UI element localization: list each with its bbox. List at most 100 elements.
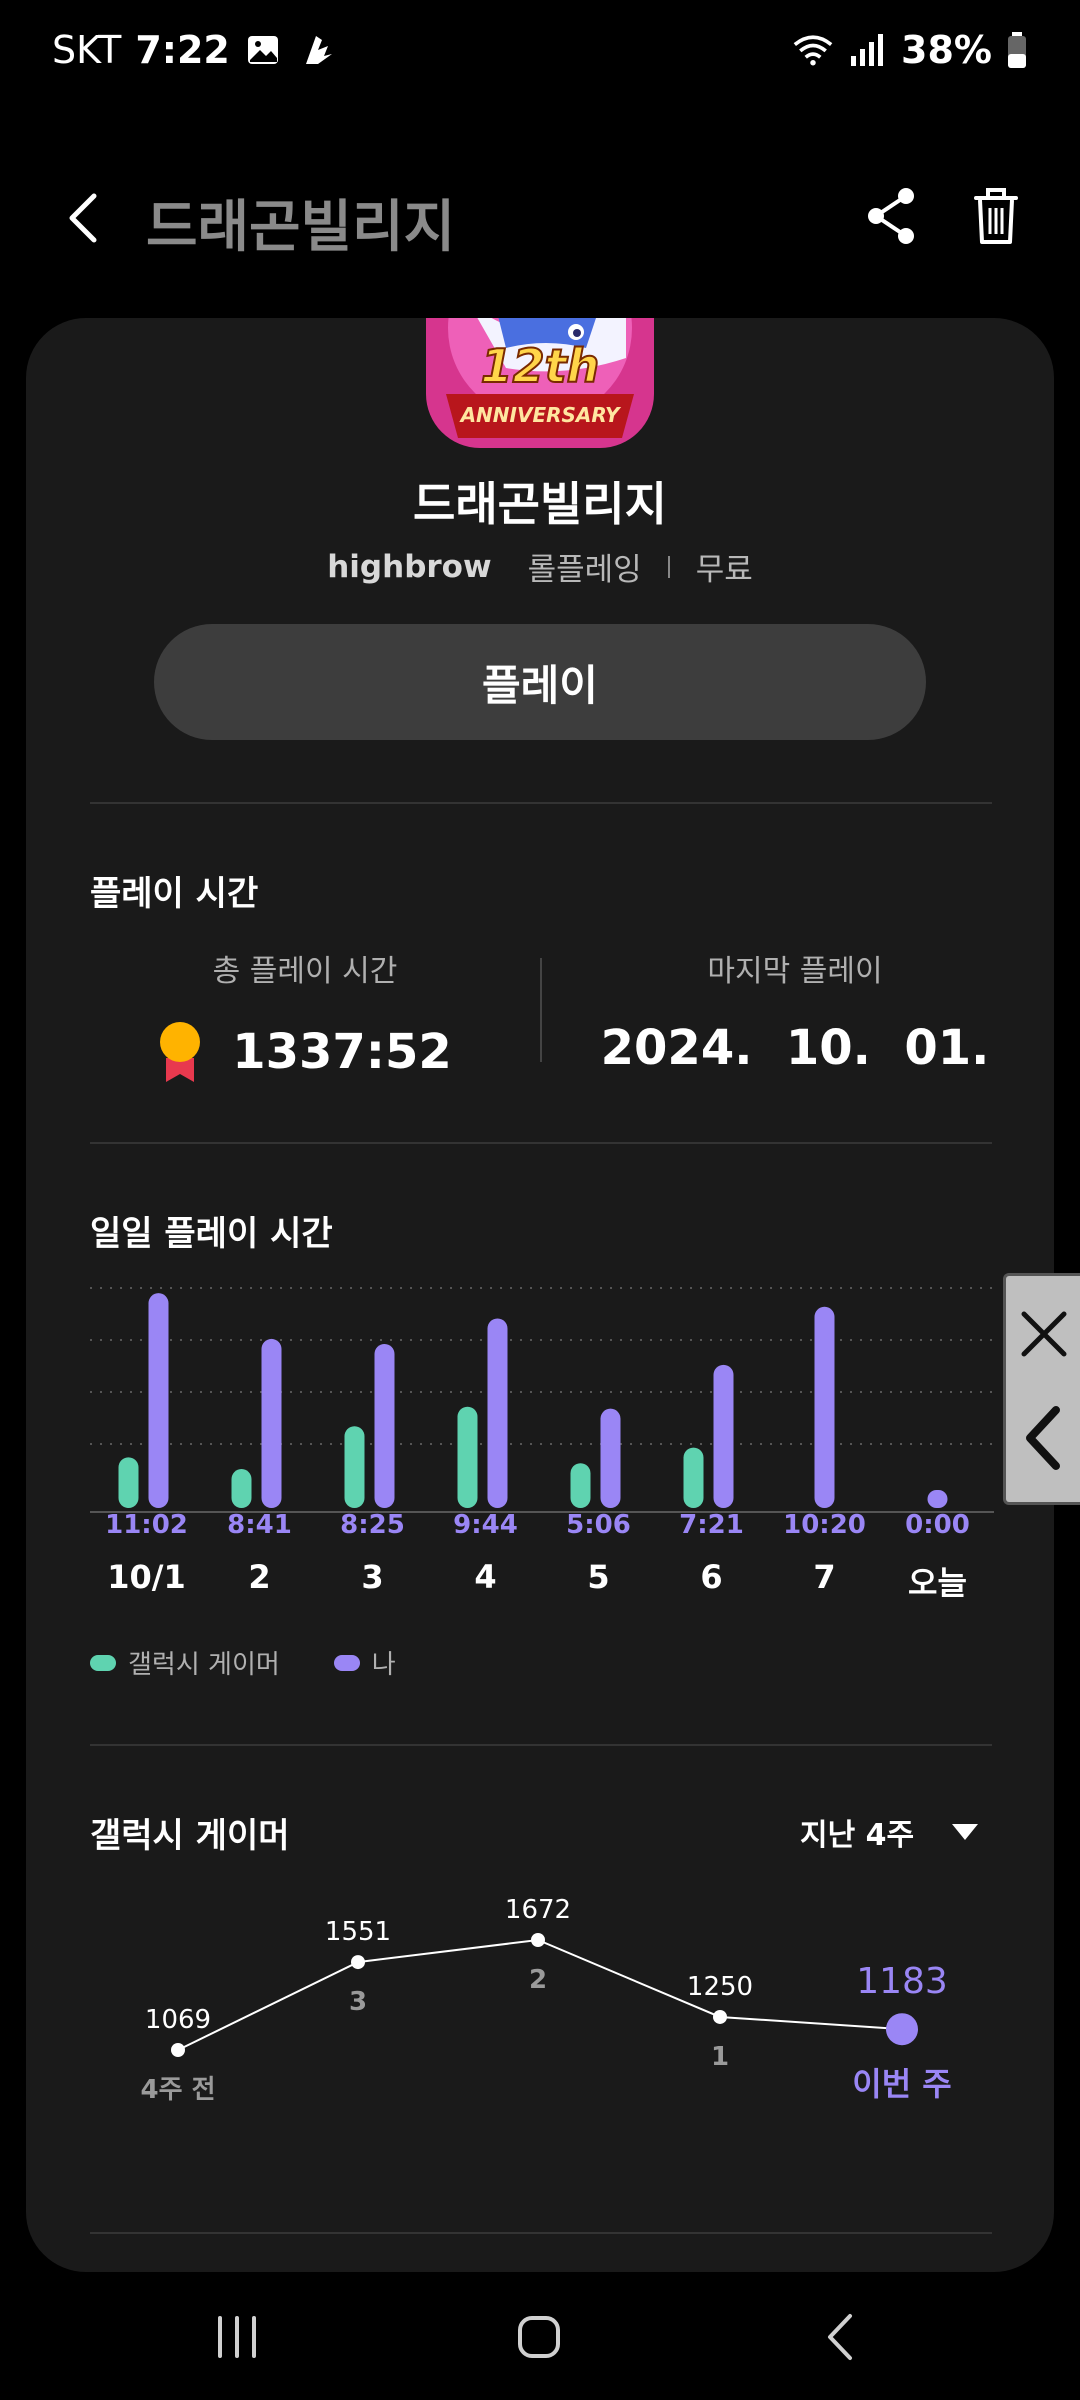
page-title: 드래곤빌리지 [146, 195, 456, 260]
bar-me [600, 1408, 621, 1508]
gamer-section-title: 갤럭시 게이머 [90, 1816, 290, 1856]
floating-side-panel [1003, 1273, 1080, 1505]
weekly-point [886, 2013, 918, 2046]
weekly-category-label: 3 [349, 1987, 367, 2017]
bar-gamer [231, 1469, 252, 1508]
daily-section-title: 일일 플레이 시간 [90, 1214, 333, 1254]
daily-time-label: 9:44 [453, 1510, 518, 1540]
daily-day-labels: 10/1 2 3 4 5 6 7 오늘 [26, 1558, 1054, 1608]
status-left: SKT 7:22 [52, 28, 338, 72]
weekly-point [171, 2043, 185, 2057]
carrier-label: SKT [52, 28, 122, 72]
divider [90, 802, 992, 804]
bar-me [487, 1318, 508, 1508]
chart-legend: 갤럭시 게이머 나 [90, 1644, 430, 1681]
period-dropdown[interactable]: 지난 4주 [800, 1810, 980, 1854]
playtime-section-title: 플레이 시간 [90, 874, 259, 914]
divider [90, 1142, 992, 1144]
bar-me [713, 1364, 734, 1508]
delete-button[interactable] [966, 184, 1026, 248]
total-playtime-label: 총 플레이 시간 [212, 954, 398, 989]
app-header: 드래곤빌리지 [0, 160, 1080, 270]
total-playtime-row: 1337:52 [80, 1020, 530, 1084]
last-played-row: 2024. 10. 01. [570, 1020, 1020, 1076]
weekly-gamer-chart: 1069 4주 전 1551 3 1672 2 1250 1 1183 이번 주 [141, 1895, 952, 2105]
daily-day-label: 오늘 [908, 1564, 967, 1602]
app-icon-art: 12th ANNIVERSARY [426, 318, 654, 448]
period-dropdown-label: 지난 4주 [800, 1818, 915, 1853]
daily-playtime-chart [90, 1287, 994, 1513]
bar-gamer [457, 1406, 478, 1508]
app-meta: highbrow 롤플레잉 무료 [26, 544, 1054, 589]
daily-day-label: 10/1 [107, 1558, 186, 1596]
icon-text-sub: ANNIVERSARY [459, 403, 622, 427]
back-nav-button[interactable] [796, 2302, 886, 2372]
legend-swatch-gamer [90, 1654, 116, 1671]
weekly-category-label: 4주 전 [141, 2075, 216, 2105]
total-playtime-value: 1337:52 [232, 1024, 452, 1080]
daily-time-label: 10:20 [783, 1510, 866, 1540]
weekly-value-label: 1250 [687, 1972, 753, 2002]
bar-gamer [344, 1426, 365, 1508]
legend-label-me: 나 [371, 1650, 396, 1680]
legend-item-gamer: 갤럭시 게이머 [90, 1644, 280, 1681]
close-panel-button[interactable] [1014, 1294, 1074, 1374]
weekly-category-label: 이번 주 [852, 2065, 951, 2103]
weekly-value-label: 1069 [145, 2005, 211, 2035]
price-label: 무료 [695, 552, 753, 588]
daily-day-label: 5 [587, 1558, 610, 1596]
legend-swatch-me [333, 1654, 360, 1671]
stat-divider [540, 958, 542, 1062]
wifi-icon [793, 35, 833, 66]
dropdown-triangle-icon [952, 1824, 979, 1840]
daily-day-label: 2 [248, 1558, 271, 1596]
game-detail-card: 12th ANNIVERSARY 드래곤빌리지 highbrow 롤플레잉 무료… [26, 318, 1054, 2272]
bar-me [261, 1338, 282, 1508]
weekly-point [351, 1955, 365, 1970]
legend-label-gamer: 갤럭시 게이머 [128, 1650, 280, 1680]
recent-apps-button[interactable] [192, 2302, 282, 2372]
status-right: 38% [793, 28, 1028, 72]
bar-gamer [118, 1457, 139, 1508]
home-button[interactable] [494, 2302, 584, 2372]
bar-me [814, 1306, 835, 1508]
weekly-point [713, 2009, 727, 2024]
gallery-notification-icon [247, 36, 278, 64]
genre-label: 롤플레잉 [527, 552, 642, 588]
collapse-panel-button[interactable] [1014, 1398, 1074, 1478]
total-playtime-stat: 총 플레이 시간 1337:52 [80, 946, 530, 1084]
daily-time-label: 8:25 [340, 1510, 405, 1540]
weekly-category-label: 2 [529, 1965, 547, 1995]
weekly-value-label: 1672 [505, 1895, 571, 1925]
share-button[interactable] [862, 184, 922, 248]
divider [90, 1744, 992, 1746]
daily-day-label: 6 [700, 1558, 723, 1596]
daily-time-label: 7:21 [679, 1510, 744, 1540]
battery-percent: 38% [901, 28, 992, 72]
status-bar: SKT 7:22 38% [0, 0, 1080, 110]
bar-me [927, 1490, 948, 1508]
app-icon: 12th ANNIVERSARY [426, 318, 654, 448]
daily-day-label: 4 [474, 1558, 497, 1596]
daily-time-labels: 11:02 8:41 8:25 9:44 5:06 7:21 10:20 0:00 [26, 1510, 1054, 1550]
clock: 7:22 [135, 28, 230, 72]
app-name: 드래곤빌리지 [413, 477, 667, 531]
battery-icon [1008, 32, 1026, 68]
back-button[interactable] [56, 182, 116, 252]
weekly-category-label: 1 [711, 2042, 729, 2072]
bar-gamer [683, 1447, 704, 1508]
last-played-label: 마지막 플레이 [707, 954, 883, 989]
play-button[interactable]: 플레이 [154, 624, 926, 740]
bar-gamer [570, 1463, 591, 1508]
daily-time-label: 11:02 [105, 1510, 188, 1540]
divider [90, 2232, 992, 2234]
legend-item-me: 나 [333, 1644, 396, 1681]
bar-me [148, 1293, 169, 1508]
daily-time-label: 8:41 [227, 1510, 292, 1540]
last-played-value: 2024. 10. 01. [600, 1020, 990, 1076]
weekly-value-label: 1551 [325, 1917, 391, 1947]
weekly-line [177, 1938, 903, 2051]
daily-time-label: 5:06 [566, 1510, 631, 1540]
bar-me [374, 1343, 395, 1508]
icon-text-main: 12th [481, 339, 600, 393]
